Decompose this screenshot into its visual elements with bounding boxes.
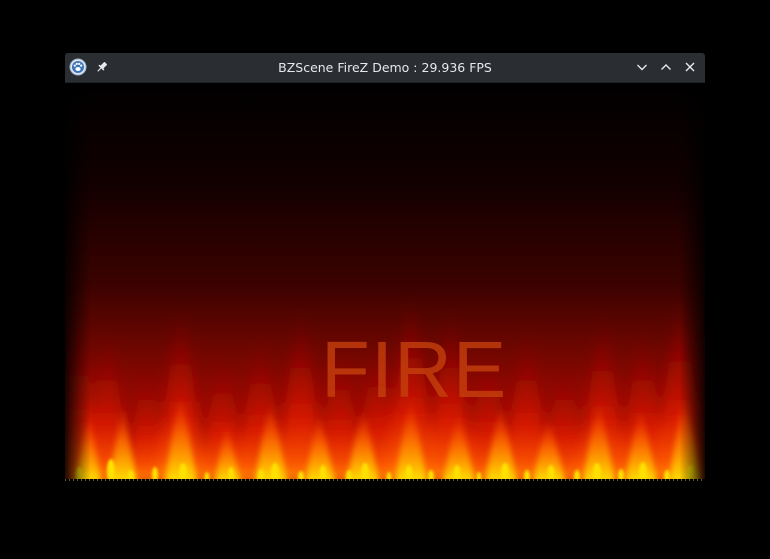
fire-label: FIRE bbox=[321, 325, 508, 414]
window-title: BZScene FireZ Demo : 29.936 FPS bbox=[278, 60, 492, 75]
chevron-up-icon[interactable] bbox=[656, 57, 676, 77]
fire-flames bbox=[65, 83, 705, 483]
pin-icon[interactable] bbox=[92, 57, 112, 77]
window-titlebar[interactable]: BZScene FireZ Demo : 29.936 FPS bbox=[65, 53, 705, 83]
fire-canvas[interactable]: FIRE bbox=[65, 83, 705, 483]
desktop: BZScene FireZ Demo : 29.936 FPS FIRE bbox=[0, 0, 770, 559]
app-window: BZScene FireZ Demo : 29.936 FPS FIRE bbox=[65, 53, 705, 483]
close-icon[interactable] bbox=[680, 57, 700, 77]
chevron-down-icon[interactable] bbox=[632, 57, 652, 77]
paw-icon[interactable] bbox=[68, 57, 88, 77]
